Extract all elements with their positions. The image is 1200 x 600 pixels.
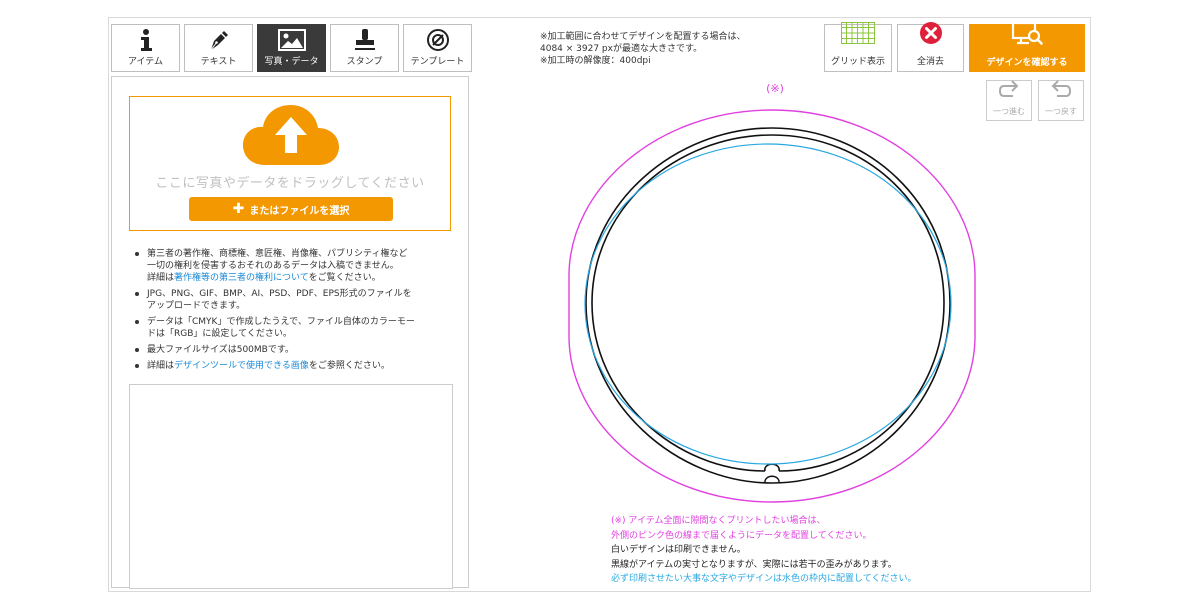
grid-toggle-label: グリッド表示 [830,57,885,67]
note-color-mode: データは「CMYK」で作成したうえで、ファイル自体のカラーモー ドは「RGB」に… [133,316,453,340]
note-text: 詳細は [147,361,175,371]
redo-button[interactable]: 一つ進む [986,80,1032,121]
undo-button[interactable]: 一つ戻す [1038,80,1084,121]
spec-line: ※加工範囲に合わせてデザインを配置する場合は、 [540,32,746,42]
safe-area-line [584,143,952,465]
tab-template[interactable]: テンプレート [403,24,472,72]
info-icon [138,26,154,54]
spec-line: ※加工時の解像度：400dpi [540,56,651,66]
note-text: JPG、PNG、GIF、BMP、AI、PSD、PDF、EPS形式のファイルを [147,289,412,299]
note-text: をご参照ください。 [308,361,390,371]
tab-text-label: テキスト [200,57,237,67]
note-text: 詳細は [147,273,175,283]
clear-all-button[interactable]: 全消去 [897,21,964,72]
redo-icon [997,80,1021,104]
copyright-link[interactable]: 著作権等の第三者の権利について [174,273,309,283]
upload-notes: 第三者の著作権、商標権、意匠権、肖像権、パブリシティ権など 一切の権利を侵害する… [133,248,453,376]
cloud-upload-icon [241,103,341,167]
spec-info: ※加工範囲に合わせてデザインを配置する場合は、 4084 × 3927 pxが最… [540,31,746,67]
note-text: 第三者の著作権、商標権、意匠権、肖像権、パブリシティ権など [147,249,408,259]
tab-photo-data-label: 写真・データ [264,57,319,67]
template-icon [426,26,450,54]
preview-monitor-icon [1010,21,1044,51]
canvas-notes: (※) アイテム全面に隙間なくプリントしたい場合は、 外側のピンク色の線まで届く… [611,514,916,587]
upload-drop-zone[interactable]: ここに写真やデータをドラッグしてください ✚ またはファイルを選択 [129,96,451,231]
bleed-note: (※) アイテム全面に隙間なくプリントしたい場合は、 [611,516,826,526]
tab-stamp[interactable]: スタンプ [330,24,399,72]
clear-icon [919,21,943,49]
confirm-design-button[interactable]: デザインを確認する [969,21,1085,72]
note-text: ドは「RGB」に設定してください。 [147,329,292,339]
drag-instruction: ここに写真やデータをドラッグしてください [155,176,425,191]
actual-size-line [585,127,951,484]
redo-label: 一つ進む [993,107,1025,116]
note-details: 詳細はデザインツールで使用できる画像をご参照ください。 [133,360,453,372]
notch-line [764,463,780,472]
tab-text[interactable]: テキスト [184,24,253,72]
tab-item[interactable]: アイテム [111,24,180,72]
bleed-note: 外側のピンク色の線まで届くようにデータを配置してください。 [611,530,872,541]
note-text: 最大ファイルサイズは500MBです。 [147,345,294,355]
note-rights: 第三者の著作権、商標権、意匠権、肖像権、パブリシティ権など 一切の権利を侵害する… [133,248,453,284]
tab-photo-data[interactable]: 写真・データ [257,24,326,72]
note-text: データは「CMYK」で作成したうえで、ファイル自体のカラーモー [147,317,415,327]
clear-all-label: 全消去 [916,57,944,67]
plus-icon: ✚ [232,201,245,217]
safe-area-note: 必ず印刷させたい大事な文字やデザインは水色の枠内に配置してください。 [611,574,917,584]
note-text: アップロードできます。 [147,301,246,311]
tab-stamp-label: スタンプ [346,57,383,67]
tab-template-label: テンプレート [410,57,465,67]
undo-icon [1049,80,1073,104]
select-file-button[interactable]: ✚ またはファイルを選択 [189,197,393,221]
design-canvas[interactable] [565,108,979,504]
notch-line [764,475,780,484]
undo-label: 一つ戻す [1045,107,1077,116]
stamp-icon [353,26,377,54]
note-formats: JPG、PNG、GIF、BMP、AI、PSD、PDF、EPS形式のファイルを ア… [133,288,453,312]
note-max-size: 最大ファイルサイズは500MBです。 [133,344,453,356]
bleed-line [568,109,976,503]
note-text: をご覧ください。 [308,273,381,283]
select-file-label: またはファイルを選択 [249,205,350,217]
spec-line: 4084 × 3927 pxが最適な大きさです。 [540,44,703,54]
grid-icon [841,22,875,48]
grid-toggle-button[interactable]: グリッド表示 [824,22,892,72]
uploaded-images-area[interactable] [129,384,453,589]
image-icon [277,26,306,54]
tab-item-label: アイテム [127,57,164,67]
pen-icon [207,26,231,54]
note-text: 一切の権利を侵害するおそれのあるデータは入稿できません。 [147,261,399,271]
confirm-design-label: デザインを確認する [986,58,1068,68]
tool-tabs: アイテム テキスト 写真・データ スタンプ テンプレート [111,24,472,72]
usable-images-link[interactable]: デザインツールで使用できる画像 [174,361,309,371]
white-print-note: 白いデザインは印刷できません。 [611,545,746,555]
actual-size-note: 黒線がアイテムの実寸となりますが、実際には若干の歪みがあります。 [611,559,897,570]
bleed-note-mark: (※) [766,82,784,95]
